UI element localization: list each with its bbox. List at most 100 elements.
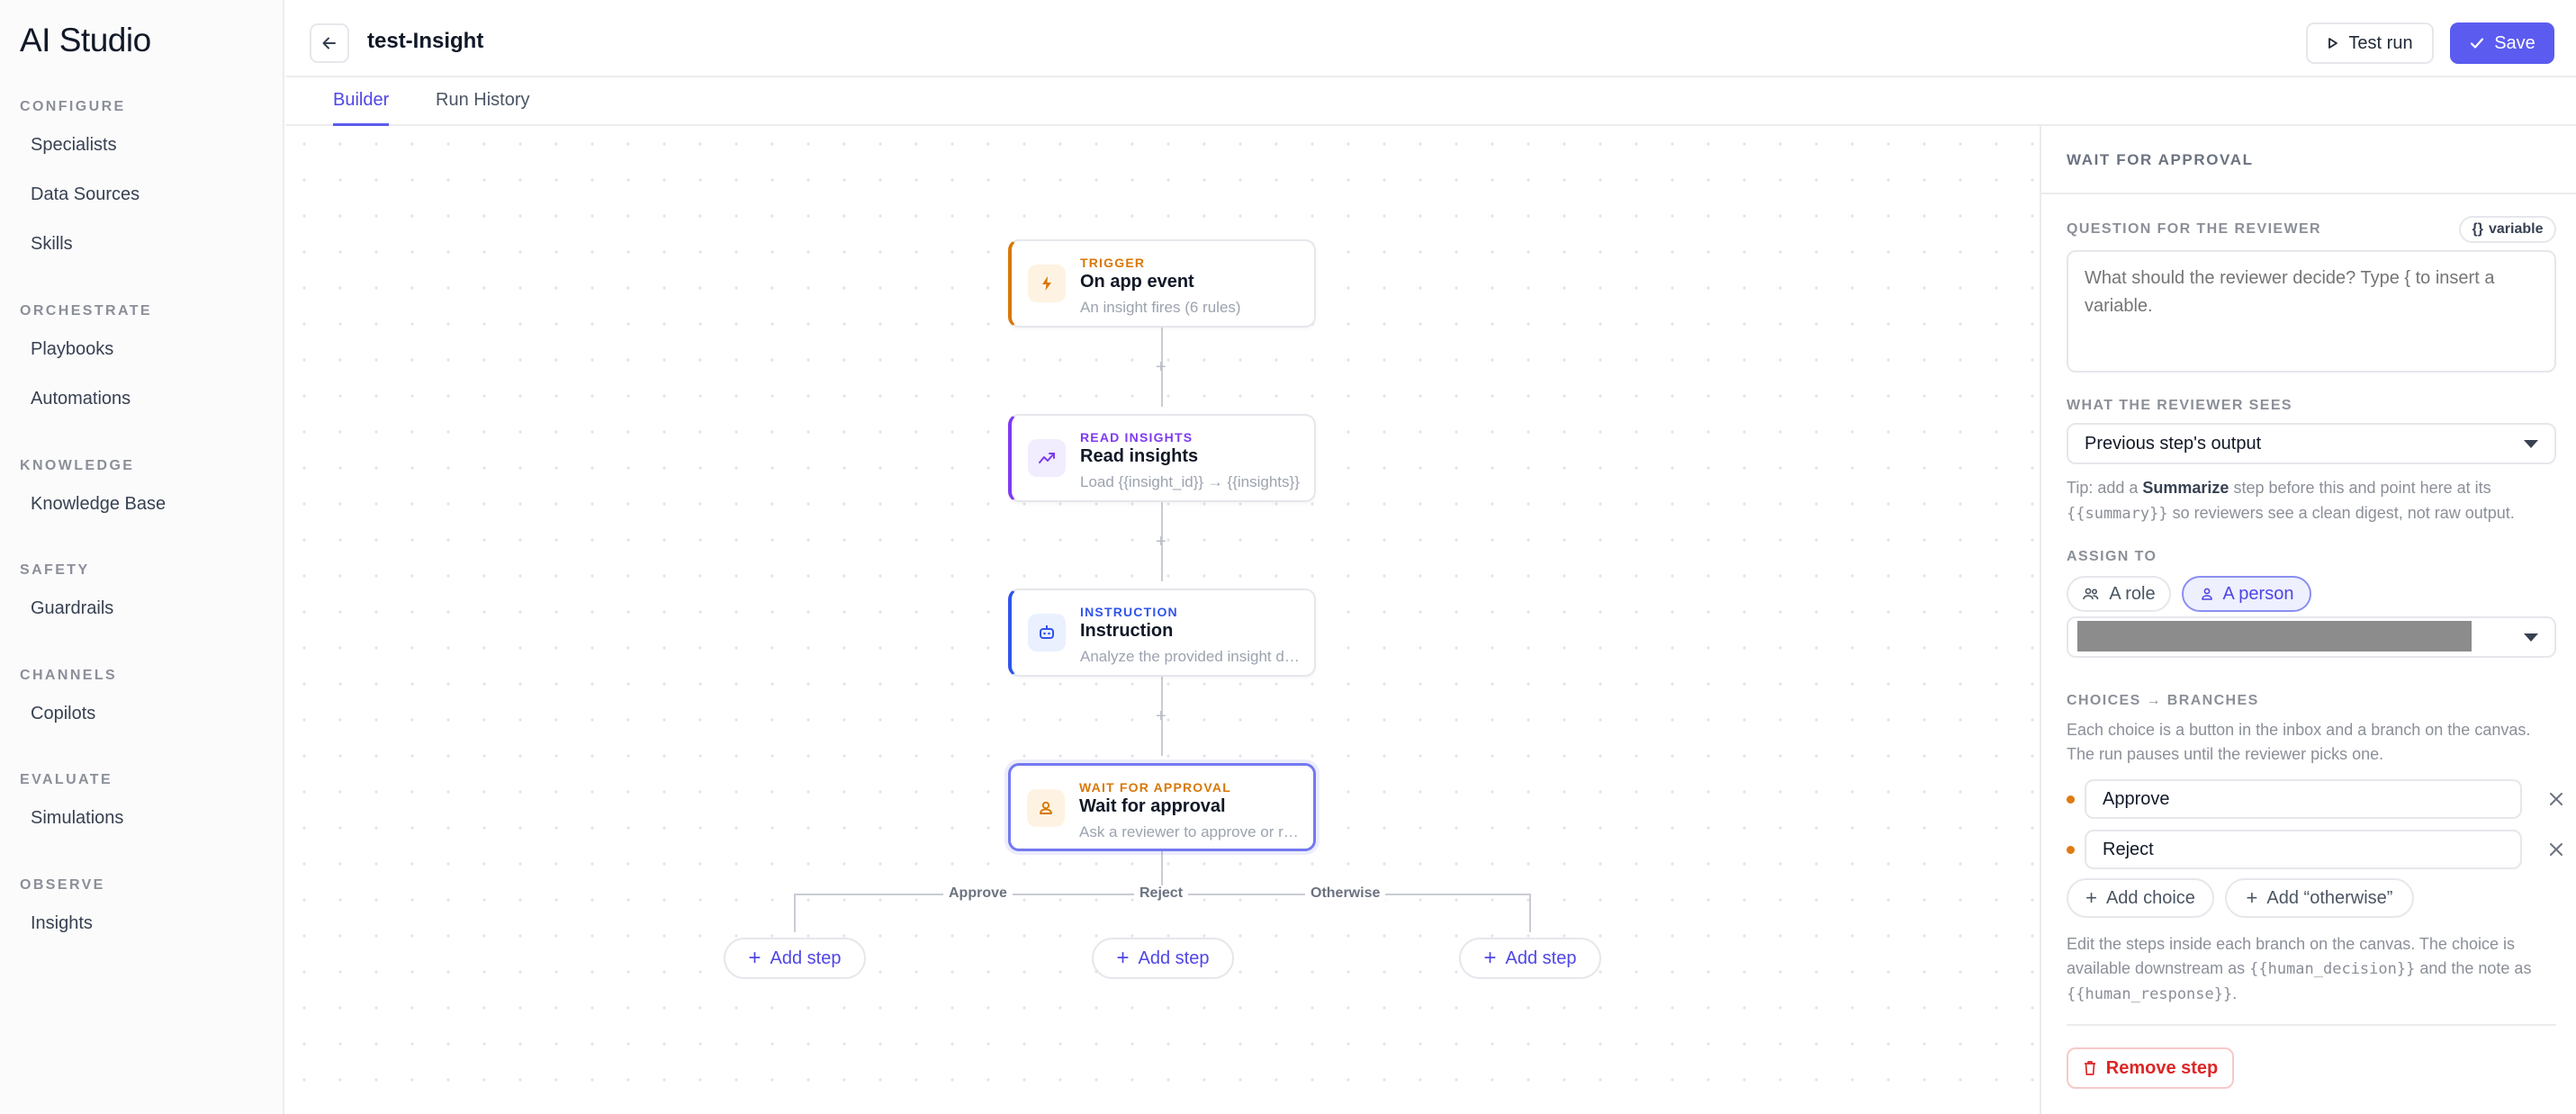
sidebar-item-specialists[interactable]: Specialists (0, 121, 284, 170)
robot-icon (1028, 614, 1066, 651)
plus-icon: + (1116, 946, 1130, 970)
choices-help: Each choice is a button in the inbox and… (2067, 721, 2531, 763)
add-step-label: Add step (1138, 948, 1210, 968)
sidebar-item-guardrails[interactable]: Guardrails (0, 584, 284, 633)
test-run-button[interactable]: Test run (2306, 22, 2434, 64)
sidebar-item-automations[interactable]: Automations (0, 374, 284, 424)
sidebar-item-data-sources[interactable]: Data Sources (0, 170, 284, 220)
workflow-canvas[interactable]: + + + TRIGGER On app event An insight fi… (286, 126, 2040, 1114)
group-icon (2083, 588, 2099, 600)
sidebar-item-copilots[interactable]: Copilots (0, 689, 284, 739)
person-icon (1027, 789, 1065, 827)
bolt-icon (1028, 265, 1066, 302)
add-choice-button[interactable]: + Add choice (2067, 878, 2214, 918)
choice-input[interactable]: Reject (2085, 830, 2522, 869)
tab-builder[interactable]: Builder (333, 90, 390, 126)
nav-heading: CHANNELS (20, 668, 118, 683)
sidebar-item-playbooks[interactable]: Playbooks (0, 325, 284, 374)
check-icon (2471, 38, 2484, 49)
assign-role-label: A role (2109, 583, 2156, 604)
insert-step-plus[interactable]: + (1156, 533, 1166, 551)
assign-to-label: ASSIGN TO (2067, 549, 2157, 564)
help-text: . (2232, 984, 2238, 1002)
nav-heading: ORCHESTRATE (20, 303, 152, 319)
insert-step-plus[interactable]: + (1156, 707, 1166, 725)
braces-icon: {} (2472, 221, 2483, 237)
variable-chip-label: variable (2488, 221, 2544, 237)
plus-icon: + (748, 946, 761, 970)
tab-run-history[interactable]: Run History (436, 90, 529, 126)
caret-down-icon (2524, 633, 2538, 642)
nav-section-observe: OBSERVE Insights (0, 872, 284, 948)
caret-down-icon (2524, 440, 2538, 448)
add-step-button-reject[interactable]: + Add step (1092, 938, 1234, 979)
tip-code: {{summary}} (2067, 505, 2168, 523)
workflow-node-instruction[interactable]: INSTRUCTION Instruction Analyze the prov… (1008, 588, 1316, 677)
person-icon (2201, 588, 2212, 600)
node-name: Wait for approval (1079, 796, 1226, 816)
branch-footer-help: Edit the steps inside each branch on the… (2067, 932, 2556, 1007)
workflow-node-wait-for-approval[interactable]: WAIT FOR APPROVAL Wait for approval Ask … (1008, 763, 1316, 851)
tab-bar: Builder Run History (286, 79, 2576, 126)
node-kind: WAIT FOR APPROVAL (1079, 780, 1231, 795)
close-icon[interactable] (2545, 788, 2567, 810)
branch-label-reject: Reject (1134, 885, 1189, 902)
save-label: Save (2494, 32, 2535, 53)
save-button[interactable]: Save (2450, 22, 2554, 64)
tip-bold: Summarize (2142, 479, 2229, 497)
nav-section-orchestrate: ORCHESTRATE Playbooks Automations (0, 298, 284, 424)
nav-section-safety: SAFETY Guardrails (0, 557, 284, 633)
sidebar-item-insights[interactable]: Insights (0, 899, 284, 948)
sidebar-item-skills[interactable]: Skills (0, 220, 284, 269)
choices-label: CHOICES → BRANCHES (2067, 693, 2259, 708)
add-step-button-approve[interactable]: + Add step (724, 938, 866, 979)
sidebar: AI Studio CONFIGURE Specialists Data Sou… (0, 0, 284, 1114)
remove-step-button[interactable]: Remove step (2067, 1047, 2234, 1089)
workflow-node-read-insights[interactable]: READ INSIGHTS Read insights Load {{insig… (1008, 414, 1316, 502)
sidebar-item-knowledge-base[interactable]: Knowledge Base (0, 480, 284, 529)
insert-step-plus[interactable]: + (1156, 358, 1166, 376)
workflow-node-trigger[interactable]: TRIGGER On app event An insight fires (6… (1008, 239, 1316, 328)
nav-heading: KNOWLEDGE (20, 458, 135, 473)
assign-role-toggle[interactable]: A role (2067, 576, 2171, 612)
nav-heading: OBSERVE (20, 877, 105, 893)
choice-row: Approve (2067, 779, 2571, 819)
nav-section-evaluate: EVALUATE Simulations (0, 767, 284, 843)
nav-section-channels: CHANNELS Copilots (0, 662, 284, 739)
help-code: {{human_response}} (2067, 985, 2233, 1003)
trash-icon (2084, 1061, 2095, 1075)
assign-person-toggle[interactable]: A person (2182, 576, 2311, 612)
add-otherwise-button[interactable]: + Add “otherwise” (2225, 878, 2414, 918)
play-icon (2328, 38, 2338, 49)
step-settings-panel: WAIT FOR APPROVAL QUESTION FOR THE REVIE… (2040, 126, 2576, 1114)
close-icon[interactable] (2545, 839, 2567, 860)
node-description: Ask a reviewer to approve or reject (1079, 823, 1304, 840)
summary-tip: Tip: add a Summarize step before this an… (2067, 475, 2556, 526)
node-kind: READ INSIGHTS (1080, 430, 1193, 445)
panel-divider (2041, 193, 2576, 194)
add-step-label: Add step (1505, 948, 1577, 968)
choice-row: Reject (2067, 830, 2571, 869)
node-name: Instruction (1080, 621, 1174, 641)
add-step-button-otherwise[interactable]: + Add step (1459, 938, 1601, 979)
choice-dot (2067, 846, 2075, 854)
reviewer-sees-value: Previous step's output (2085, 433, 2262, 454)
plus-icon: + (2085, 886, 2097, 909)
add-otherwise-label: Add “otherwise” (2266, 887, 2393, 908)
tip-text: so reviewers see a clean digest, not raw… (2167, 504, 2515, 522)
node-description: An insight fires (6 rules) (1080, 299, 1241, 316)
reviewer-sees-label: WHAT THE REVIEWER SEES (2067, 398, 2292, 413)
sidebar-item-simulations[interactable]: Simulations (0, 794, 284, 843)
insert-variable-button[interactable]: {} variable (2459, 216, 2556, 243)
choice-dot (2067, 795, 2075, 804)
nav-heading: EVALUATE (20, 772, 113, 787)
add-choice-label: Add choice (2105, 887, 2195, 908)
back-button[interactable] (310, 23, 349, 63)
plus-icon: + (2246, 886, 2258, 909)
choice-input[interactable]: Approve (2085, 779, 2522, 819)
panel-heading: WAIT FOR APPROVAL (2067, 151, 2254, 168)
nav-heading: SAFETY (20, 562, 90, 578)
reviewer-sees-select[interactable]: Previous step's output (2067, 423, 2556, 464)
question-input[interactable] (2067, 250, 2556, 373)
question-label: QUESTION FOR THE REVIEWER (2067, 221, 2322, 237)
